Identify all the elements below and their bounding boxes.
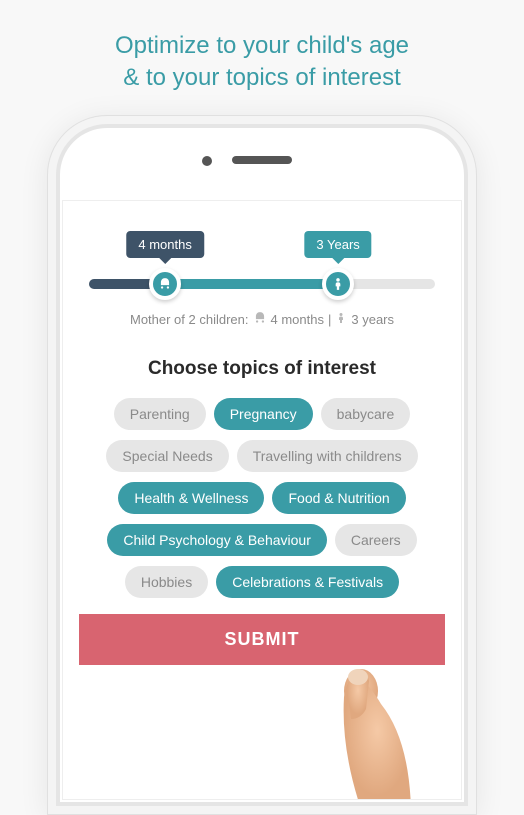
slider-tooltip-start: 4 months: [126, 231, 203, 258]
slider-handle-start[interactable]: [149, 268, 181, 300]
topic-chip[interactable]: Food & Nutrition: [272, 482, 405, 514]
summary-divider: |: [328, 312, 331, 327]
topics-heading: Choose topics of interest: [79, 358, 445, 380]
topic-chip[interactable]: Child Psychology & Behaviour: [107, 524, 327, 556]
phone-speaker-icon: [232, 156, 292, 164]
slider-fill-range: [165, 279, 338, 289]
topic-chip[interactable]: Special Needs: [106, 440, 228, 472]
topic-chip[interactable]: Careers: [335, 524, 417, 556]
pointer-hand-icon: [321, 669, 421, 800]
children-summary: Mother of 2 children: 4 months | 3 years: [79, 311, 445, 328]
topic-chip[interactable]: Travelling with childrens: [237, 440, 418, 472]
phone-camera-icon: [202, 156, 212, 166]
slider-tooltip-end: 3 Years: [304, 231, 371, 258]
topic-chip[interactable]: Pregnancy: [214, 398, 313, 430]
child-icon: [335, 311, 347, 328]
phone-screen: 4 months 3 Years Mother of 2 children: 4…: [62, 200, 462, 800]
phone-mockup: 4 months 3 Years Mother of 2 children: 4…: [47, 115, 477, 815]
stroller-icon: [253, 311, 267, 328]
topic-chip[interactable]: Celebrations & Festivals: [216, 566, 399, 598]
age-range-slider[interactable]: 4 months 3 Years: [89, 279, 435, 289]
stroller-icon: [158, 277, 172, 291]
summary-child1: 4 months: [271, 312, 324, 327]
child-icon: [331, 277, 345, 291]
summary-prefix: Mother of 2 children:: [130, 312, 249, 327]
submit-button[interactable]: SUBMIT: [79, 614, 445, 665]
headline-line2: & to your topics of interest: [123, 64, 400, 91]
topic-chip[interactable]: babycare: [321, 398, 411, 430]
page-headline: Optimize to your child's age & to your t…: [0, 0, 524, 115]
summary-child2: 3 years: [351, 312, 394, 327]
topic-chip-container: ParentingPregnancybabycare Special Needs T…: [79, 398, 445, 598]
topic-chip[interactable]: Parenting: [114, 398, 206, 430]
topic-chip[interactable]: Health & Wellness: [118, 482, 264, 514]
slider-track: [89, 279, 435, 289]
headline-line1: Optimize to your child's age: [115, 32, 409, 59]
topic-chip[interactable]: Hobbies: [125, 566, 208, 598]
slider-handle-end[interactable]: [322, 268, 354, 300]
